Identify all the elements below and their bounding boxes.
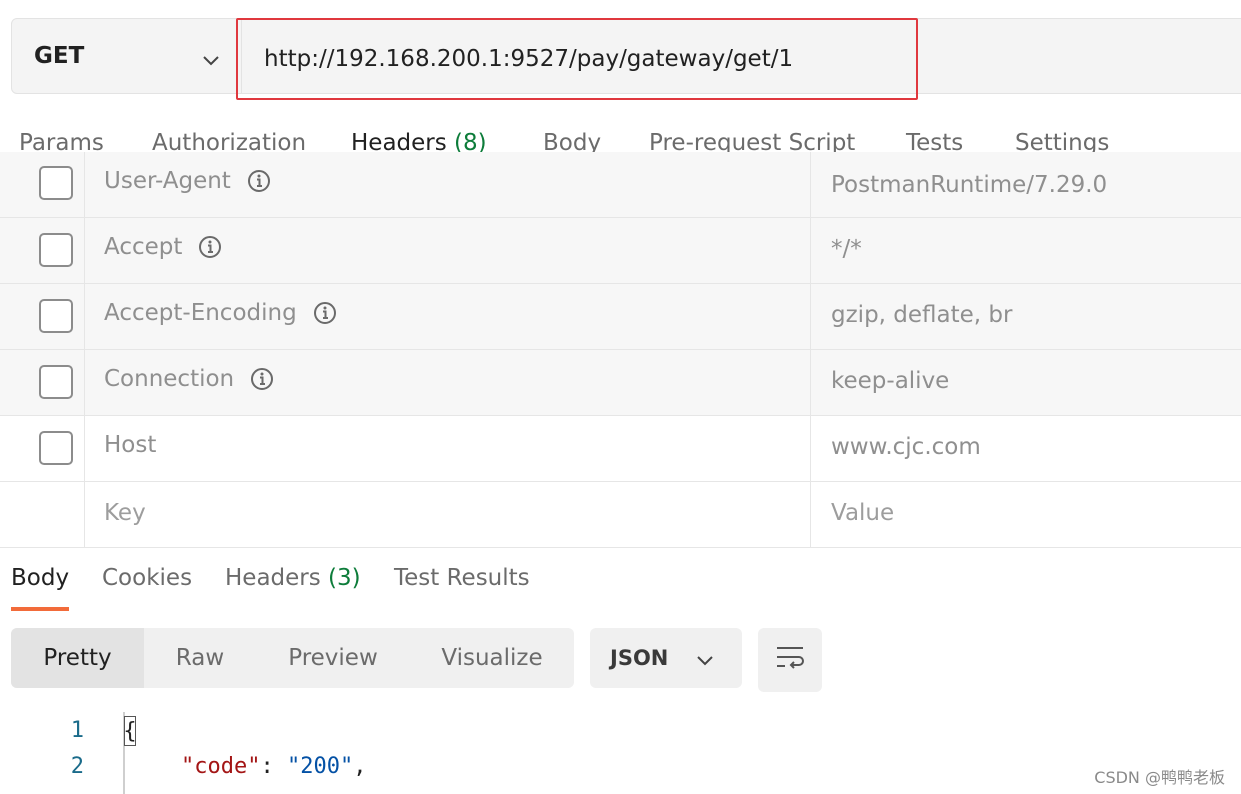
url-input[interactable]: http://192.168.200.1:9527/pay/gateway/ge… bbox=[236, 18, 918, 100]
info-icon[interactable] bbox=[313, 301, 337, 325]
info-icon[interactable] bbox=[247, 169, 271, 193]
value-input[interactable]: Value bbox=[831, 500, 894, 526]
watermark: CSDN @鸭鸭老板 bbox=[1094, 768, 1225, 787]
header-key[interactable]: Host bbox=[104, 432, 156, 458]
line-number: 2 bbox=[70, 754, 84, 779]
header-value[interactable]: keep-alive bbox=[831, 368, 949, 394]
word-wrap-icon bbox=[775, 645, 805, 675]
row-checkbox[interactable] bbox=[39, 233, 73, 267]
code-line: "code": "200", bbox=[181, 754, 366, 779]
header-key-text: Accept bbox=[104, 234, 183, 260]
format-select[interactable]: JSON bbox=[590, 628, 742, 688]
response-tab-headers-count: (3) bbox=[328, 565, 361, 591]
header-key[interactable]: Accept-Encoding bbox=[104, 300, 337, 326]
response-tab-headers-label: Headers bbox=[225, 565, 321, 591]
row-checkbox[interactable] bbox=[39, 166, 73, 200]
view-visualize[interactable]: Visualize bbox=[410, 628, 574, 688]
row-checkbox[interactable] bbox=[39, 299, 73, 333]
key-input[interactable]: Key bbox=[104, 500, 146, 526]
response-tab-headers[interactable]: Headers (3) bbox=[225, 565, 361, 591]
method-select[interactable]: GET bbox=[12, 19, 240, 93]
json-colon: : bbox=[260, 754, 287, 779]
json-key: "code" bbox=[181, 754, 261, 779]
headers-table: User-Agent PostmanRuntime/7.29.0 Accept … bbox=[0, 152, 1241, 548]
header-key-text: Accept-Encoding bbox=[104, 300, 297, 326]
table-row: Accept */* bbox=[0, 218, 1241, 284]
header-key-text: Connection bbox=[104, 366, 235, 392]
table-row: Accept-Encoding gzip, deflate, br bbox=[0, 284, 1241, 350]
header-key[interactable]: Accept bbox=[104, 234, 222, 260]
chevron-down-icon bbox=[202, 47, 220, 73]
response-tab-body[interactable]: Body bbox=[11, 565, 69, 591]
info-icon[interactable] bbox=[198, 235, 222, 259]
url-text: http://192.168.200.1:9527/pay/gateway/ge… bbox=[264, 46, 794, 72]
table-row: User-Agent PostmanRuntime/7.29.0 bbox=[0, 152, 1241, 218]
method-label: GET bbox=[34, 43, 85, 69]
header-key-text: Host bbox=[104, 432, 157, 458]
chevron-down-icon bbox=[696, 648, 714, 672]
format-label: JSON bbox=[610, 646, 669, 670]
line-number: 1 bbox=[70, 718, 84, 743]
response-active-tab-indicator bbox=[11, 607, 69, 611]
info-icon[interactable] bbox=[250, 367, 274, 391]
header-value[interactable]: gzip, deflate, br bbox=[831, 302, 1012, 328]
table-row: Connection keep-alive bbox=[0, 350, 1241, 416]
header-value[interactable]: PostmanRuntime/7.29.0 bbox=[831, 172, 1107, 198]
response-tab-test-results[interactable]: Test Results bbox=[394, 565, 530, 591]
new-header-row: Key Value bbox=[0, 482, 1241, 548]
table-row: Host www.cjc.com bbox=[0, 416, 1241, 482]
header-key[interactable]: Connection bbox=[104, 366, 274, 392]
json-open-brace: { bbox=[123, 716, 137, 746]
header-value[interactable]: */* bbox=[831, 236, 862, 262]
response-tab-cookies[interactable]: Cookies bbox=[102, 565, 192, 591]
view-pretty[interactable]: Pretty bbox=[11, 628, 144, 688]
view-raw[interactable]: Raw bbox=[144, 628, 256, 688]
header-key-text: User-Agent bbox=[104, 168, 231, 194]
row-checkbox[interactable] bbox=[39, 365, 73, 399]
json-comma: , bbox=[353, 754, 367, 779]
header-key[interactable]: User-Agent bbox=[104, 168, 271, 194]
header-value[interactable]: www.cjc.com bbox=[831, 434, 981, 460]
word-wrap-button[interactable] bbox=[758, 628, 822, 692]
json-value: "200" bbox=[286, 754, 354, 779]
row-checkbox[interactable] bbox=[39, 431, 73, 465]
view-preview[interactable]: Preview bbox=[256, 628, 410, 688]
